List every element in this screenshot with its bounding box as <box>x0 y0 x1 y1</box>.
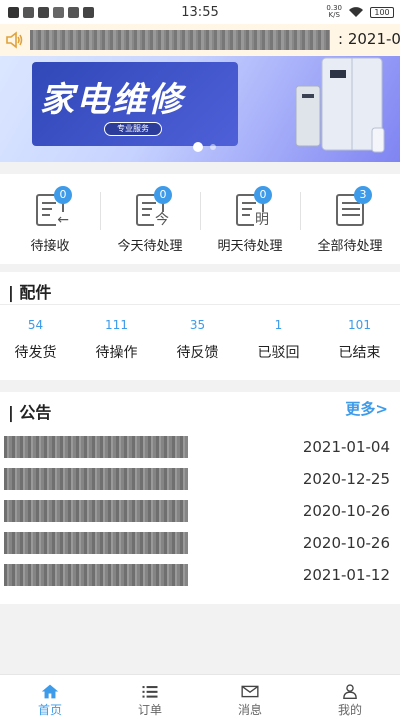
count-badge: 0 <box>54 186 72 204</box>
notice-text: : 2021-0 <box>338 30 400 48</box>
parts-to-ship[interactable]: 54 待发货 <box>0 316 76 362</box>
announcement-list: 2021-01-04 2020-12-25 2020-10-26 2020-10… <box>0 432 400 592</box>
announcement-redacted-title <box>4 532 188 554</box>
wifi-icon <box>349 7 363 17</box>
user-icon <box>343 684 357 699</box>
list-icon <box>142 686 158 698</box>
clock: 13:55 <box>181 4 219 20</box>
parts-count: 1 <box>274 318 283 332</box>
home-icon <box>41 684 59 699</box>
status-label: 全部待处理 <box>317 239 383 254</box>
announcement-date: 2021-01-12 <box>302 566 390 584</box>
parts-label: 已结束 <box>338 345 381 361</box>
parts-section: | 配件 54 待发货 111 待操作 35 待反馈 1 已驳回 101 已结束 <box>0 272 400 380</box>
carousel-dot[interactable] <box>210 144 216 150</box>
appliance-illustration <box>296 57 385 153</box>
parts-label: 已驳回 <box>257 345 300 361</box>
announcement-date: 2020-10-26 <box>302 534 390 552</box>
status-label: 今天待处理 <box>117 239 183 254</box>
carousel-dot-active[interactable] <box>193 142 203 152</box>
count-badge: 3 <box>354 186 372 204</box>
promo-banner[interactable]: 家电维修 专业服务 <box>0 56 400 162</box>
usb-icon <box>53 6 64 18</box>
parts-finished[interactable]: 101 已结束 <box>319 316 400 362</box>
announcement-item[interactable]: 2020-10-26 <box>0 528 400 560</box>
status-tomorrow-pending[interactable]: 明 0 明天待处理 <box>200 174 300 264</box>
status-bar: 13:55 0.30 K/S 100 <box>0 0 400 24</box>
parts-count: 54 <box>27 318 44 332</box>
parts-count: 111 <box>105 318 128 332</box>
announcement-item[interactable]: 2021-01-04 <box>0 432 400 464</box>
parts-count: 35 <box>189 318 206 332</box>
announcement-redacted-title <box>4 564 188 586</box>
announcement-redacted-title <box>4 468 188 490</box>
announcement-item[interactable]: 2021-01-12 <box>0 560 400 592</box>
count-badge: 0 <box>254 186 272 204</box>
announcement-redacted-title <box>4 436 188 458</box>
parts-to-feedback[interactable]: 35 待反馈 <box>157 316 238 362</box>
order-status-panel: ← 0 待接收 今 0 今天待处理 明 0 明天待处理 3 全部待处理 <box>0 174 400 264</box>
nav-messages[interactable]: 消息 <box>200 675 300 718</box>
network-speed: 0.30 K/S <box>326 4 342 19</box>
nav-profile[interactable]: 我的 <box>300 675 400 718</box>
nav-home[interactable]: 首页 <box>0 675 100 718</box>
notice-redacted-text <box>30 30 330 50</box>
announcement-redacted-title <box>4 500 188 522</box>
banner-title: 家电维修 <box>40 80 184 120</box>
section-title: | 配件 <box>8 283 52 302</box>
chat-icon <box>38 6 49 18</box>
parts-to-operate[interactable]: 111 待操作 <box>76 316 157 362</box>
count-badge: 0 <box>154 186 172 204</box>
announcement-date: 2021-01-04 <box>302 438 390 456</box>
notice-marquee[interactable]: : 2021-0 <box>0 24 400 56</box>
speaker-icon <box>6 31 23 49</box>
banner-subtitle: 专业服务 <box>104 122 162 136</box>
announcements-section: | 公告 更多> 2021-01-04 2020-12-25 2020-10-2… <box>0 392 400 604</box>
settings-notify-icon <box>83 6 94 18</box>
nav-label: 订单 <box>137 703 162 717</box>
status-label: 明天待处理 <box>217 239 283 254</box>
section-title: | 公告 <box>8 403 52 422</box>
announcement-date: 2020-10-26 <box>302 502 390 520</box>
parts-label: 待反馈 <box>176 345 219 361</box>
status-all-pending[interactable]: 3 全部待处理 <box>300 174 400 264</box>
parts-count: 101 <box>348 318 371 332</box>
nav-label: 我的 <box>337 703 362 717</box>
mail-icon <box>241 685 259 698</box>
nav-orders[interactable]: 订单 <box>100 675 200 718</box>
parts-label: 待发货 <box>14 345 57 361</box>
more-link[interactable]: 更多> <box>345 398 388 419</box>
nav-label: 首页 <box>37 703 62 717</box>
message-icon <box>8 6 19 18</box>
battery-icon: 100 <box>370 6 394 18</box>
status-notification-icons <box>0 6 94 18</box>
mail-notify-icon <box>23 6 34 18</box>
image-icon <box>68 6 79 18</box>
parts-rejected[interactable]: 1 已驳回 <box>238 316 319 362</box>
status-today-pending[interactable]: 今 0 今天待处理 <box>100 174 200 264</box>
status-pending-receive[interactable]: ← 0 待接收 <box>0 174 100 264</box>
nav-label: 消息 <box>237 703 262 717</box>
divider <box>0 304 400 305</box>
announcement-item[interactable]: 2020-12-25 <box>0 464 400 496</box>
announcement-item[interactable]: 2020-10-26 <box>0 496 400 528</box>
parts-label: 待操作 <box>95 345 138 361</box>
announcement-date: 2020-12-25 <box>302 470 390 488</box>
status-label: 待接收 <box>30 239 70 254</box>
bottom-nav: 首页 订单 消息 我的 <box>0 674 400 718</box>
